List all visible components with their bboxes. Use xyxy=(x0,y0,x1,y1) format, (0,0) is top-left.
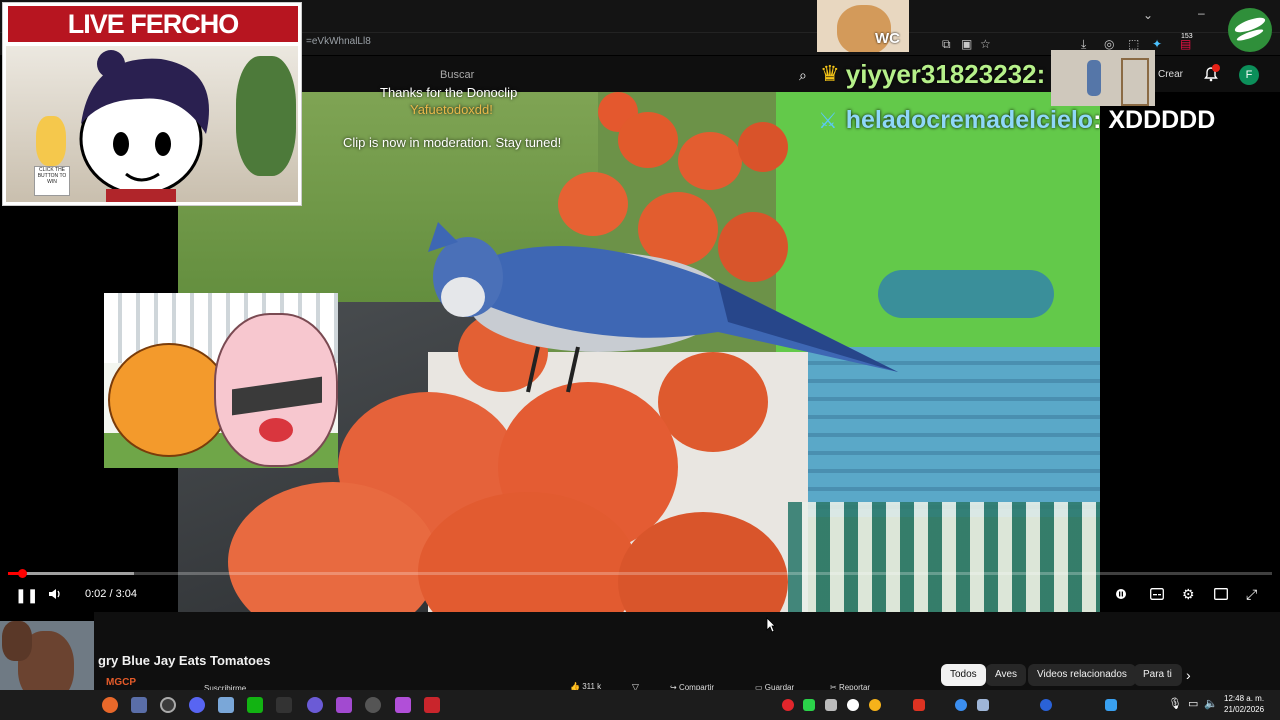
notification-badge xyxy=(1212,64,1220,72)
create-button[interactable]: Crear xyxy=(1158,69,1183,80)
chat-line-2: ⚔ heladocremadelcielo: XDDDDD xyxy=(818,106,1215,135)
chip-aves[interactable]: Aves xyxy=(986,664,1027,686)
time-display: 0:02 / 3:04 xyxy=(85,588,137,600)
terminal-icon[interactable] xyxy=(276,697,292,713)
minimize-icon[interactable]: – xyxy=(1198,6,1205,20)
chat-app-icon[interactable] xyxy=(307,697,323,713)
file-explorer-icon[interactable] xyxy=(218,697,234,713)
cat-caption: WC xyxy=(875,30,900,47)
chat-message: : XDDDDD xyxy=(1093,106,1216,134)
tray-steam-icon[interactable] xyxy=(977,699,989,711)
voicemeeter-icon[interactable] xyxy=(424,697,440,713)
firefox-icon[interactable] xyxy=(102,697,118,713)
video-title: gry Blue Jay Eats Tomatoes xyxy=(98,653,271,668)
bluetooth-icon[interactable] xyxy=(1040,699,1052,711)
autoplay-toggle-icon[interactable] xyxy=(1115,588,1127,602)
tray-dropbox-icon[interactable] xyxy=(1105,699,1117,711)
record-icon[interactable] xyxy=(782,699,794,711)
sword-icon: ⚔ xyxy=(818,107,838,133)
extension-icon[interactable]: ✦ xyxy=(1152,37,1162,51)
progress-scrubber[interactable] xyxy=(18,569,27,578)
discord-icon[interactable] xyxy=(189,697,205,713)
subtitles-icon[interactable] xyxy=(1150,588,1164,602)
bookmark-star-icon[interactable]: ☆ xyxy=(980,37,991,51)
cartoon-overlay xyxy=(104,293,338,468)
search-input[interactable]: Buscar xyxy=(440,69,474,81)
microphone-icon[interactable]: 🎙 xyxy=(1168,697,1182,710)
room-camera-overlay xyxy=(1051,50,1155,106)
tray-app-icon[interactable] xyxy=(803,699,815,711)
blue-jay-bird xyxy=(428,222,898,393)
taskbar-clock[interactable]: 12:48 a. m. 21/02/2026 xyxy=(1224,693,1264,715)
volume-icon[interactable] xyxy=(48,587,62,603)
tray-antivirus-icon[interactable] xyxy=(913,699,925,711)
tray-chrome-icon[interactable] xyxy=(847,699,859,711)
clock-date: 21/02/2026 xyxy=(1224,705,1265,714)
donoclip-thanks-text: Thanks for the Donoclip xyxy=(380,85,518,100)
theater-mode-icon[interactable] xyxy=(1214,588,1228,602)
stream-title: LIVE FERCHO REACTION xyxy=(8,6,298,75)
progress-track[interactable] xyxy=(8,572,1272,575)
settings-gear-icon[interactable]: ⚙ xyxy=(1182,587,1195,601)
chip-videos-relacionados[interactable]: Videos relacionados xyxy=(1028,664,1136,686)
chevron-right-icon[interactable]: › xyxy=(1186,667,1191,683)
game-icon[interactable] xyxy=(247,697,263,713)
chat-username: heladocremadelcielo xyxy=(845,106,1094,134)
url-text[interactable]: =eVkWhnalLl8 xyxy=(306,36,371,47)
extension-logo-icon[interactable] xyxy=(1228,8,1272,52)
search-icon[interactable]: ⌕ xyxy=(799,67,807,84)
chevron-down-icon[interactable]: ⌄ xyxy=(1143,8,1153,22)
clock-time: 12:48 a. m. xyxy=(1224,694,1265,703)
install-icon[interactable]: ▣ xyxy=(961,37,972,51)
editor-icon[interactable] xyxy=(336,697,352,713)
cat-meme-overlay: WC xyxy=(817,0,909,52)
pause-icon[interactable]: ❚❚ xyxy=(15,588,38,602)
fullscreen-icon[interactable]: ⤢ xyxy=(1246,587,1257,601)
tray-norton-icon[interactable] xyxy=(869,699,881,711)
tray-discord-icon[interactable] xyxy=(825,699,837,711)
cartoon-avatar xyxy=(79,50,209,202)
chat-line-1: ♛ yiyyer31823232: xyxy=(820,56,1045,92)
mouse-cursor-icon xyxy=(766,617,776,633)
account-icon[interactable]: ◎ xyxy=(1104,37,1114,51)
chat-username: yiyyer31823232: xyxy=(845,58,1046,89)
avatar[interactable]: F xyxy=(1239,65,1259,85)
speaker-icon[interactable]: 🔈 xyxy=(1204,697,1218,710)
picture-in-picture-icon[interactable]: ⧉ xyxy=(942,37,951,51)
channel-name[interactable]: MGCP xyxy=(106,677,136,688)
chip-para-ti[interactable]: Para ti xyxy=(1134,664,1182,686)
tray-edge-icon[interactable] xyxy=(955,699,967,711)
chip-todos[interactable]: Todos xyxy=(941,664,986,686)
obs-icon[interactable] xyxy=(160,697,176,713)
extension-badge: 153 xyxy=(1181,33,1193,40)
download-icon[interactable]: ⤓ xyxy=(1081,37,1086,51)
donoclip-sender-text: Yafuetodoxdd! xyxy=(410,102,493,117)
network-icon[interactable]: ▭ xyxy=(1188,697,1198,710)
streaming-app-icon[interactable] xyxy=(395,697,411,713)
crown-icon: ♛ xyxy=(820,61,840,86)
donoclip-moderation-text: Clip is now in moderation. Stay tuned! xyxy=(343,135,562,150)
refresh-app-icon[interactable] xyxy=(365,697,381,713)
extensions-icon[interactable]: ⬚ xyxy=(1128,37,1139,51)
app-v-icon[interactable] xyxy=(131,697,147,713)
webcam-overlay: CLICK THE BUTTON TO WIN xyxy=(6,46,298,202)
